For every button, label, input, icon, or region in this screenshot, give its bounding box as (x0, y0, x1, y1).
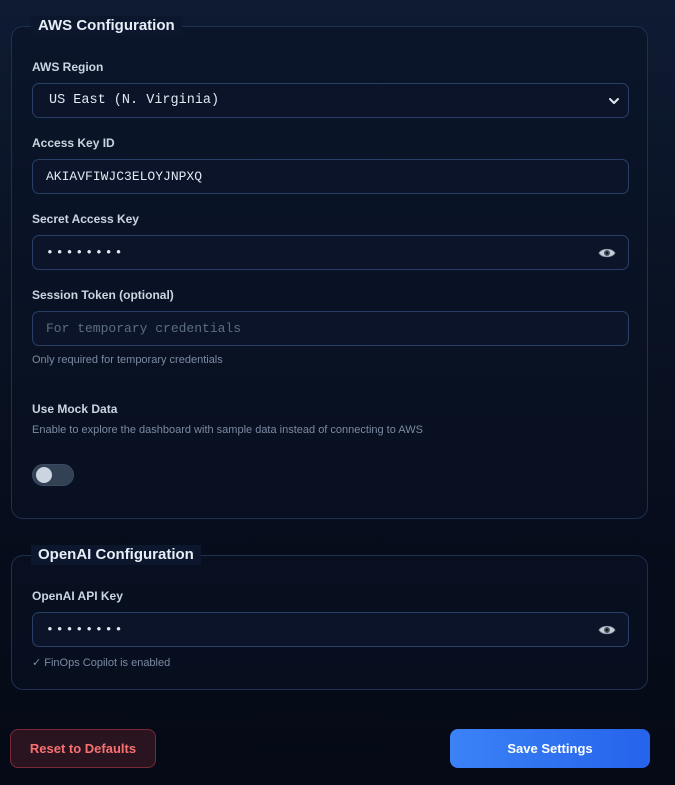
aws-region-select[interactable]: US East (N. Virginia) (32, 83, 629, 118)
openai-api-key-label: OpenAI API Key (32, 589, 123, 603)
chevron-down-icon (609, 97, 619, 104)
openai-configuration-title: OpenAI Configuration (31, 545, 201, 565)
eye-icon[interactable] (598, 247, 616, 259)
aws-configuration-title: AWS Configuration (31, 16, 182, 36)
access-key-input[interactable]: AKIAVFIWJC3ELOYJNPXQ (32, 159, 629, 194)
eye-icon[interactable] (598, 624, 616, 636)
mock-data-label: Use Mock Data (32, 402, 118, 416)
openai-api-key-value: •••••••• (46, 622, 125, 637)
aws-configuration-section: AWS Configuration AWS Region US East (N.… (11, 16, 648, 519)
secret-key-label: Secret Access Key (32, 212, 139, 226)
session-token-input[interactable]: For temporary credentials (32, 311, 629, 346)
secret-key-value: •••••••• (46, 245, 125, 260)
mock-data-toggle[interactable] (32, 464, 74, 486)
copilot-status: ✓ FinOps Copilot is enabled (32, 657, 171, 669)
save-settings-button[interactable]: Save Settings (450, 729, 650, 768)
mock-data-help: Enable to explore the dashboard with sam… (32, 424, 423, 436)
session-token-placeholder: For temporary credentials (46, 321, 242, 336)
toggle-knob (36, 467, 52, 483)
access-key-value: AKIAVFIWJC3ELOYJNPXQ (46, 169, 203, 184)
access-key-label: Access Key ID (32, 136, 115, 150)
aws-region-value: US East (N. Virginia) (49, 93, 220, 108)
session-token-help: Only required for temporary credentials (32, 354, 223, 366)
secret-key-input[interactable]: •••••••• (32, 235, 629, 270)
aws-region-label: AWS Region (32, 60, 104, 74)
openai-configuration-section: OpenAI Configuration OpenAI API Key ••••… (11, 545, 648, 690)
session-token-label: Session Token (optional) (32, 288, 174, 302)
reset-to-defaults-button[interactable]: Reset to Defaults (10, 729, 156, 768)
openai-api-key-input[interactable]: •••••••• (32, 612, 629, 647)
